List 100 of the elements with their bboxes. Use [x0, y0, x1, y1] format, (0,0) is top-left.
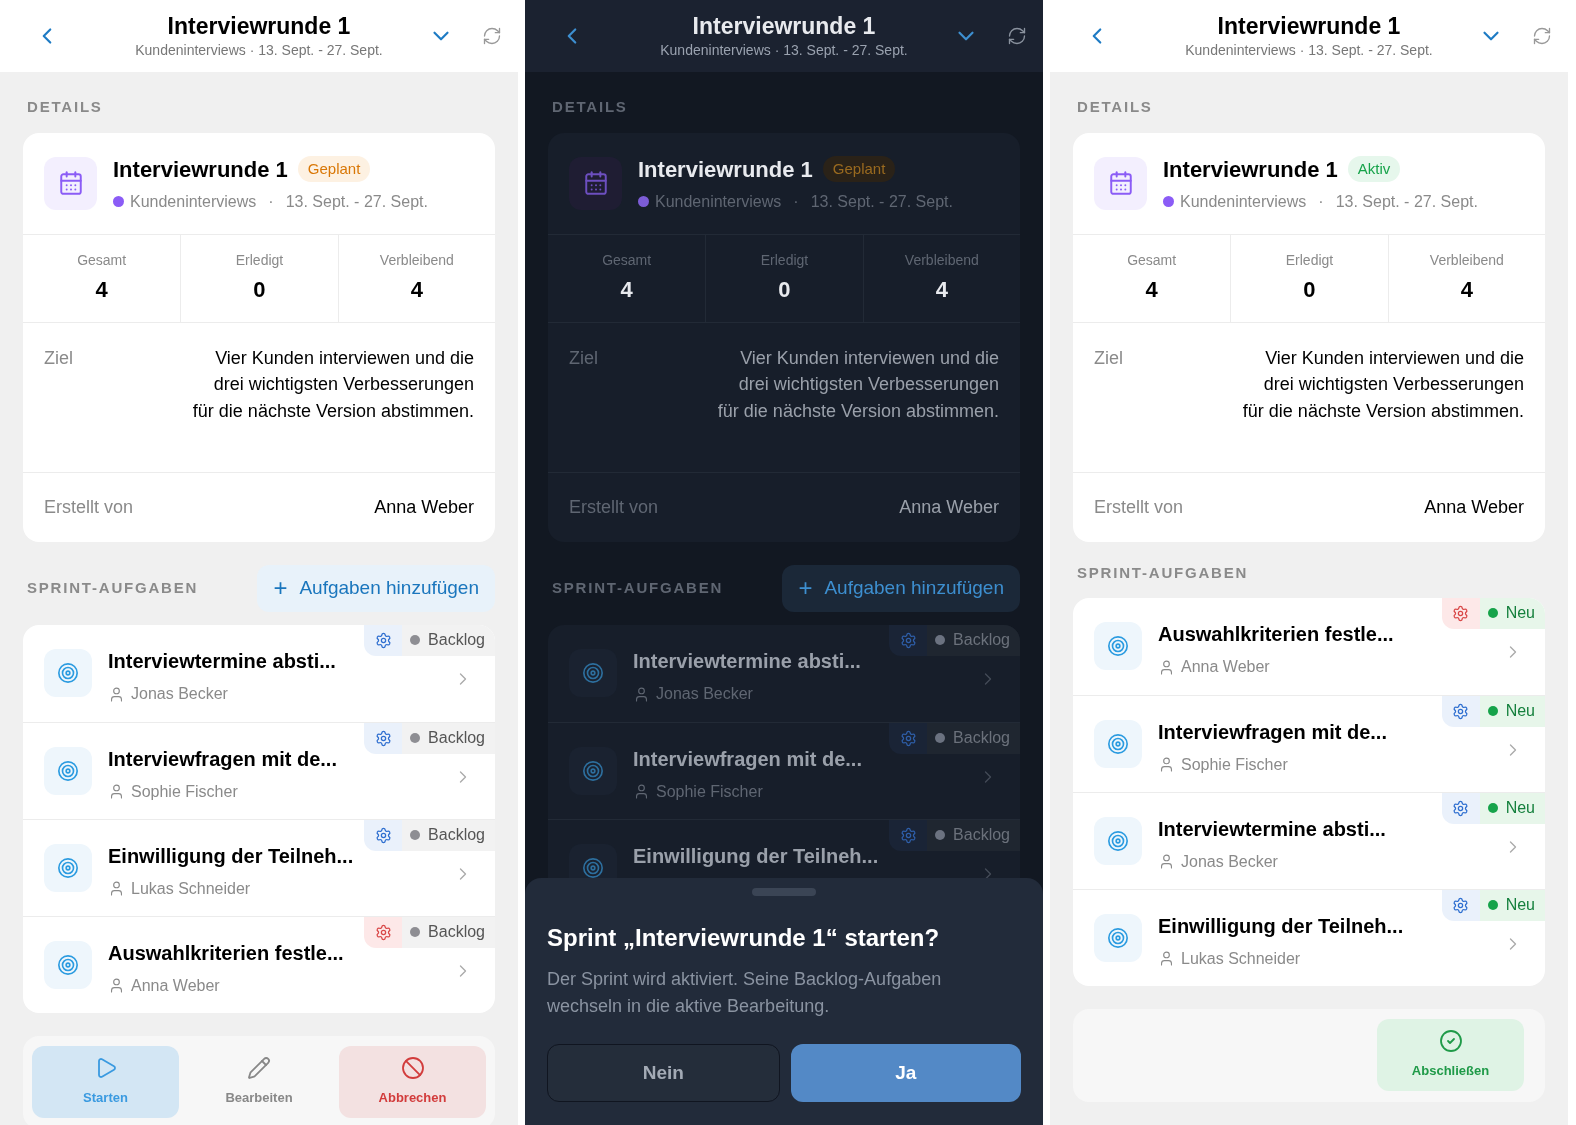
separator-dot: · [793, 191, 799, 212]
status-label: Neu [1505, 603, 1535, 623]
assignee-name: Lukas Schneider [1181, 948, 1301, 969]
person-icon [633, 783, 650, 800]
sprint-title: Interviewrunde 1 [638, 155, 813, 184]
section-heading: DETAILS [1076, 97, 1154, 117]
task-title: Einwilligung der Teilneh... [108, 843, 355, 869]
creator-name: Anna Weber [899, 495, 999, 519]
task-row[interactable]: Einwilligung der Teilneh... Lukas Schneider Backlog [23, 818, 495, 916]
calendar-icon [569, 156, 622, 210]
status-label: Backlog [428, 825, 485, 845]
refresh-icon[interactable] [482, 26, 502, 46]
stat-value: 0 [253, 276, 266, 304]
screen-title: Interviewrunde 1 [167, 11, 351, 40]
status-label: Neu [1505, 895, 1535, 915]
assignee-name: Anna Weber [1181, 657, 1270, 677]
task-row[interactable]: Interviewfragen mit de... Sophie Fischer Neu [1073, 694, 1545, 792]
task-title: Interviewtermine absti... [633, 649, 862, 674]
target-icon [1094, 816, 1142, 865]
gear-icon [1452, 799, 1470, 817]
gear-icon [1452, 702, 1470, 720]
status-label: Backlog [428, 728, 485, 748]
plus-icon: + [273, 576, 288, 600]
goal-text: Vier Kunden interviewen und die drei wichtigsten Verbesserungen für die nächste Version abstimmen. [192, 346, 474, 423]
goal-label: Ziel [44, 346, 73, 370]
person-icon [1158, 853, 1175, 870]
edit-button[interactable]: Bearbeiten [185, 1046, 333, 1118]
status-label: Neu [1505, 701, 1535, 721]
creator-label: Erstellt von [569, 495, 659, 519]
project-name: Kundeninterviews [130, 191, 257, 212]
goal-text: Vier Kunden interviewen und die drei wichtigsten Verbesserungen für die nächste Version abstimmen. [1242, 346, 1524, 423]
task-row[interactable]: Interviewtermine absti... Jonas Becker Neu [1073, 791, 1545, 889]
stat-value: 4 [410, 276, 423, 304]
assignee-name: Jonas Becker [131, 684, 228, 704]
sprint-dates: 13. Sept. - 27. Sept. [285, 191, 428, 212]
status-badge: Geplant [297, 155, 371, 183]
section-heading: DETAILS [26, 97, 104, 117]
creator-name: Anna Weber [1424, 495, 1524, 519]
stat-label: Erledigt [760, 251, 809, 270]
task-title: Auswahlkriterien festle... [1158, 622, 1395, 647]
calendar-icon [1094, 156, 1147, 210]
complete-button[interactable]: Abschließen [1377, 1019, 1524, 1091]
sprint-dates: 13. Sept. - 27. Sept. [1335, 191, 1478, 212]
sprint-title: Interviewrunde 1 [1163, 155, 1338, 184]
goal-label: Ziel [569, 346, 598, 370]
person-icon [1158, 756, 1175, 773]
stat-value: 4 [95, 276, 108, 304]
assignee-name: Sophie Fischer [131, 781, 238, 802]
task-title: Interviewfragen mit de... [1158, 719, 1388, 745]
cancel-button[interactable]: Abbrechen [339, 1046, 486, 1118]
add-tasks-button[interactable]: + Aufgaben hinzufügen [257, 564, 495, 612]
target-icon [1094, 719, 1142, 768]
target-icon [1094, 913, 1142, 962]
gear-icon [899, 631, 917, 649]
goal-text: Vier Kunden interviewen und die drei wichtigsten Verbesserungen für die nächste Version abstimmen. [717, 346, 999, 423]
status-badge: Geplant [822, 155, 896, 183]
target-icon [1094, 622, 1142, 670]
sprint-title: Interviewrunde 1 [113, 155, 288, 184]
sheet-handle[interactable] [752, 888, 816, 896]
goal-label: Ziel [1094, 346, 1123, 370]
task-row[interactable]: Auswahlkriterien festle... Anna Weber Backlog [23, 915, 495, 1013]
task-row[interactable]: Interviewtermine absti... Jonas Becker Backlog [23, 624, 495, 722]
gear-icon [899, 729, 917, 747]
refresh-icon[interactable] [1007, 26, 1027, 46]
stat-value: 0 [1303, 276, 1316, 304]
confirm-button[interactable]: Ja [790, 1044, 1021, 1102]
screen-subtitle: Kundeninterviews · 13. Sept. - 27. Sept. [1185, 40, 1433, 60]
check-circle-icon [1438, 1029, 1463, 1054]
add-tasks-button[interactable]: + Aufgaben hinzufügen [782, 564, 1020, 612]
screen-subtitle: Kundeninterviews · 13. Sept. - 27. Sept. [135, 40, 383, 60]
person-icon [108, 685, 125, 703]
screen-title: Interviewrunde 1 [692, 11, 876, 40]
decline-button[interactable]: Nein [547, 1044, 780, 1102]
task-title: Interviewfragen mit de... [108, 746, 338, 772]
stat-value: 4 [935, 276, 948, 304]
stat-label: Verbleibend [379, 251, 454, 270]
assignee-name: Jonas Becker [656, 684, 753, 704]
dialog-title: Sprint „Interviewrunde 1“ starten? [547, 923, 941, 953]
assignee-name: Sophie Fischer [1181, 754, 1288, 775]
stat-value: 4 [1145, 276, 1158, 304]
task-row[interactable]: Einwilligung der Teilneh... Lukas Schneider Neu [1073, 888, 1545, 986]
task-row[interactable]: Interviewfragen mit de... Sophie Fischer Backlog [23, 721, 495, 819]
refresh-icon[interactable] [1532, 26, 1552, 46]
stat-value: 4 [1460, 276, 1473, 304]
stat-label: Verbleibend [1429, 251, 1504, 270]
section-heading: SPRINT-AUFGABEN [1076, 563, 1250, 584]
section-heading: SPRINT-AUFGABEN [26, 577, 200, 598]
target-icon [569, 649, 617, 697]
target-icon [44, 843, 92, 892]
task-row[interactable]: Interviewfragen mit de... Sophie Fischer Backlog [548, 721, 1020, 819]
separator-dot: · [1318, 191, 1324, 212]
screen-subtitle: Kundeninterviews · 13. Sept. - 27. Sept. [660, 40, 908, 60]
assignee-name: Jonas Becker [1181, 851, 1278, 872]
task-row[interactable]: Auswahlkriterien festle... Anna Weber Neu [1073, 597, 1545, 695]
person-icon [108, 880, 125, 897]
person-icon [108, 977, 125, 994]
task-row[interactable]: Interviewtermine absti... Jonas Becker Backlog [548, 624, 1020, 722]
separator-dot: · [268, 191, 274, 212]
gear-icon [899, 826, 917, 844]
calendar-icon [44, 156, 97, 210]
